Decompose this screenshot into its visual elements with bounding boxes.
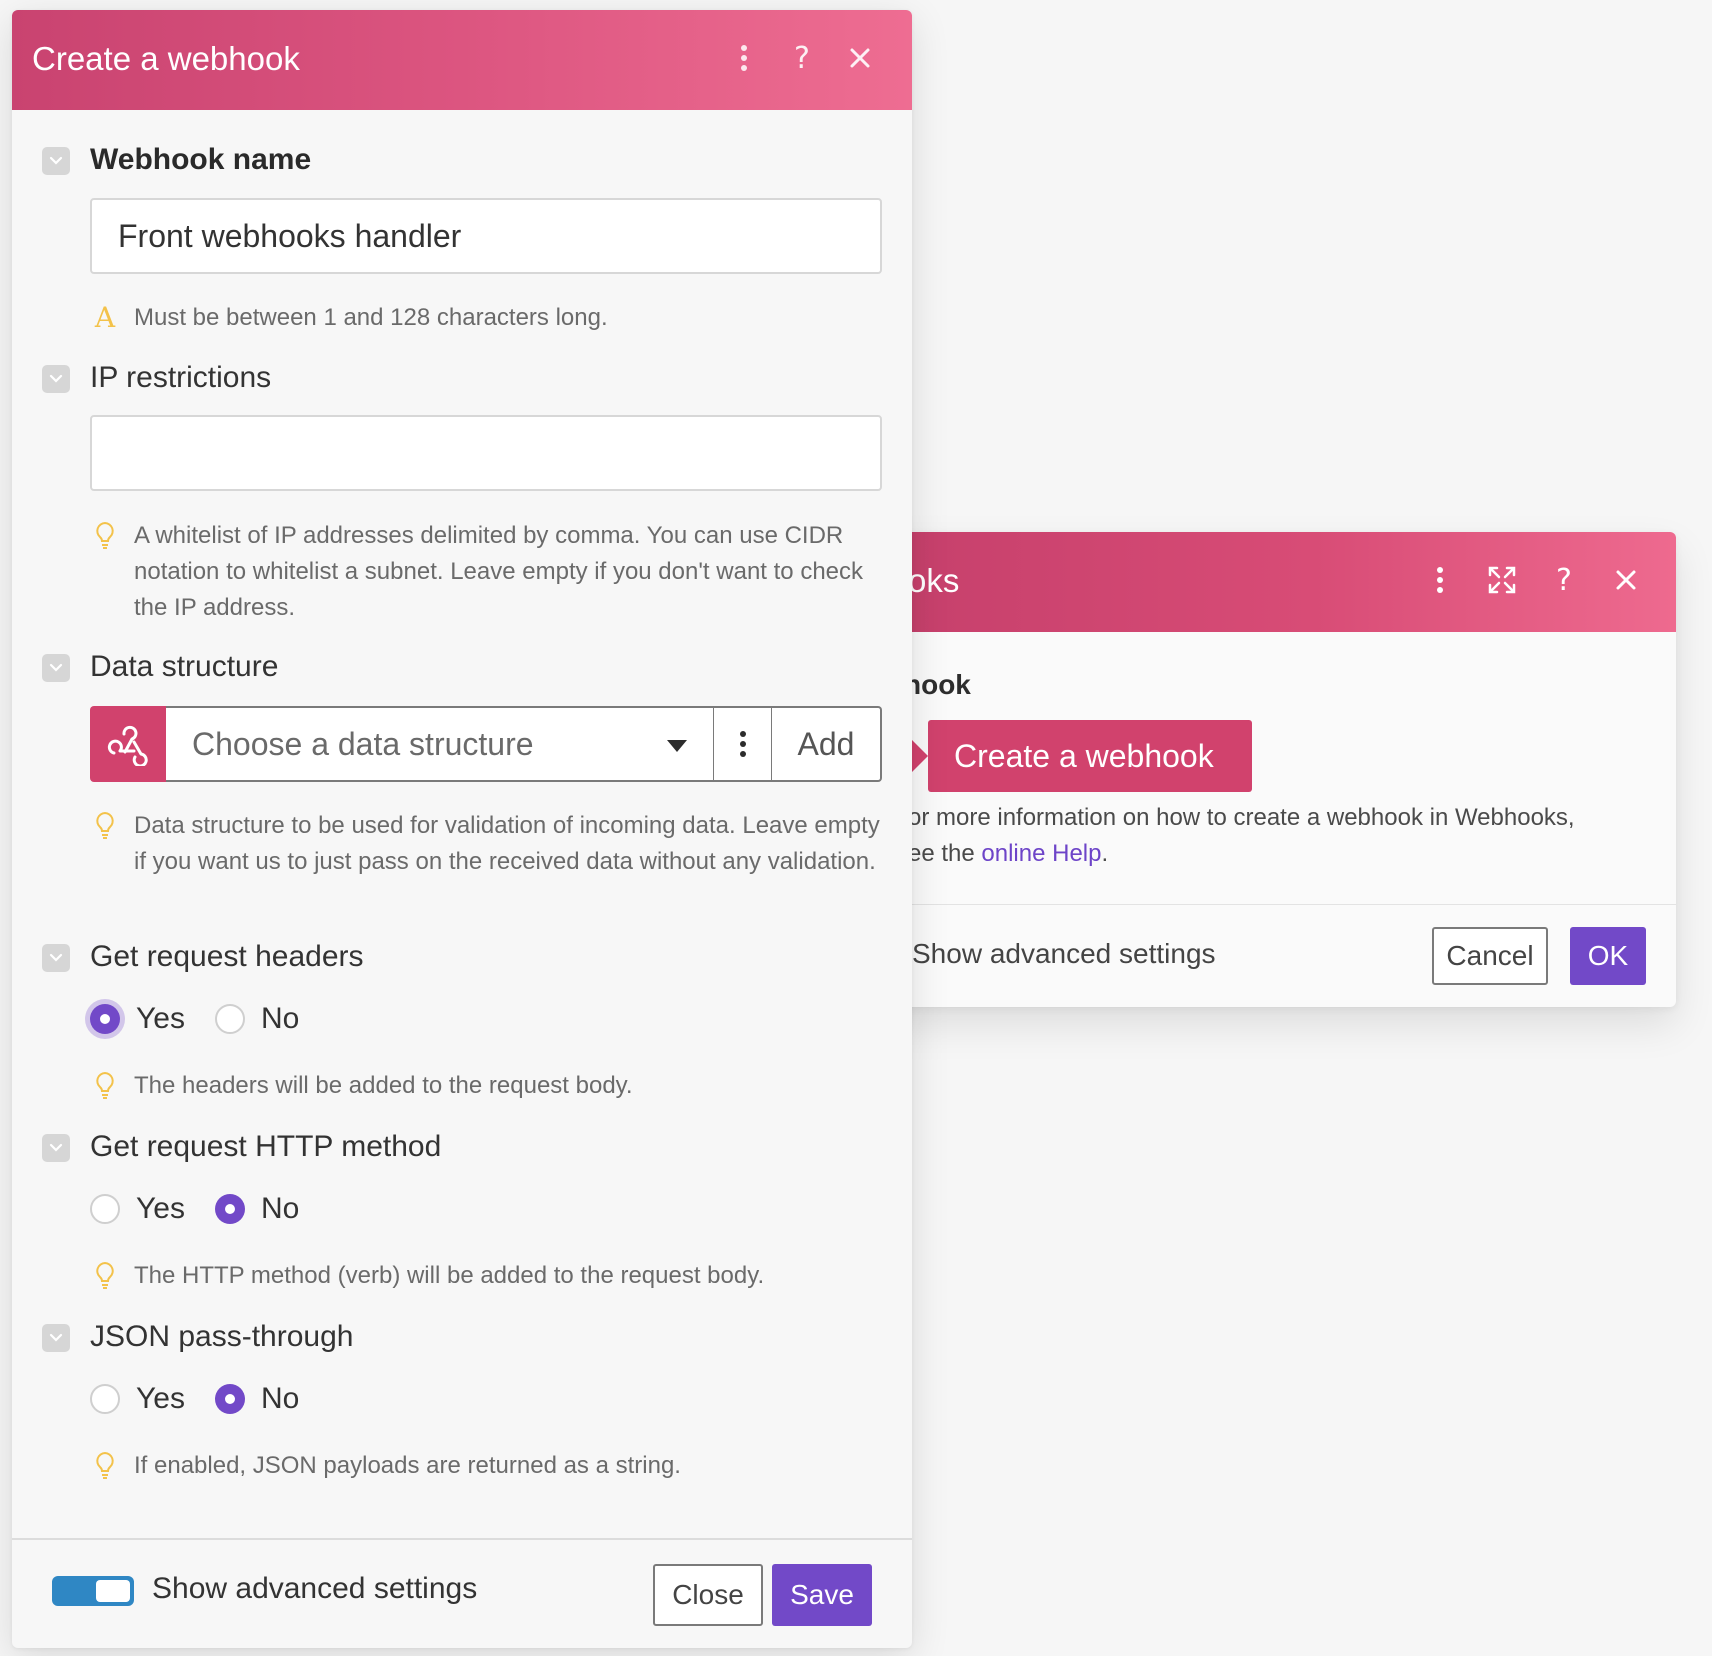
webhook-name-input[interactable]: Front webhooks handler [90, 198, 882, 274]
ip-restrictions-label: IP restrictions [90, 361, 272, 394]
help-line-1: or more information on how to create a w… [908, 804, 1575, 831]
radio-button[interactable] [90, 1194, 120, 1224]
radio-label: No [260, 1002, 300, 1035]
advanced-settings-label: Show advanced settings [152, 1572, 478, 1605]
ip-restrictions-hint-text: A whitelist of IP addresses delimited by… [134, 522, 864, 621]
radio-button[interactable] [90, 1384, 120, 1414]
webhook-name-hint-text: Must be between 1 and 128 characters lon… [134, 304, 608, 331]
collapse-chevron-icon[interactable] [42, 654, 70, 682]
data-structure-label: Data structure [90, 650, 279, 683]
collapse-chevron-icon[interactable] [42, 365, 70, 393]
http-method-no-option[interactable]: No [214, 1192, 300, 1226]
help-line-2-suffix: . [1101, 840, 1109, 867]
http-method-radio-group: Yes No [90, 1192, 329, 1226]
request-headers-hint-text: The headers will be added to the request… [134, 1072, 633, 1099]
close-button[interactable]: Close [653, 1564, 763, 1626]
radio-button[interactable] [214, 1384, 245, 1414]
toggle-knob [96, 1580, 130, 1602]
create-webhook-label: Create a webhook [954, 737, 1214, 774]
radio-label: No [260, 1192, 300, 1225]
collapse-chevron-icon[interactable] [42, 147, 70, 175]
data-structure-select[interactable]: Choose a data structure [166, 706, 714, 782]
close-icon[interactable] [1612, 562, 1640, 598]
data-structure-hint: Data structure to be used for validation… [90, 808, 890, 880]
footer-divider [12, 1538, 912, 1540]
add-data-structure-button[interactable]: Add [772, 706, 882, 782]
webhook-name-hint: A Must be between 1 and 128 characters l… [90, 300, 890, 336]
request-headers-yes-option[interactable]: Yes [90, 1002, 185, 1036]
lightbulb-icon [90, 1448, 120, 1484]
request-headers-no-option[interactable]: No [214, 1002, 300, 1036]
more-vertical-icon[interactable] [730, 40, 758, 76]
data-structure-options-button[interactable] [714, 706, 772, 782]
data-structure-control: Choose a data structure Add [90, 706, 882, 782]
cancel-button[interactable]: Cancel [1432, 927, 1548, 985]
http-method-hint-text: The HTTP method (verb) will be added to … [134, 1262, 765, 1289]
radio-label: No [260, 1382, 300, 1415]
http-method-label: Get request HTTP method [90, 1130, 442, 1163]
help-icon[interactable]: ? [1550, 562, 1578, 598]
more-vertical-icon[interactable] [1426, 562, 1454, 598]
http-method-hint: The HTTP method (verb) will be added to … [90, 1258, 890, 1294]
create-webhook-dialog: Create a webhook ? Webhook name Front we… [12, 10, 912, 1648]
http-method-yes-option[interactable]: Yes [90, 1192, 185, 1226]
help-line-2-prefix: ee the [908, 840, 982, 867]
webhooks-module-dialog: oks ? hook Create a webhook or more info… [870, 532, 1676, 1007]
request-headers-radio-group: Yes No [90, 1002, 329, 1036]
radio-button[interactable] [90, 1004, 120, 1034]
collapse-chevron-icon[interactable] [42, 1134, 70, 1162]
caret-down-icon [667, 740, 687, 752]
webhook-icon [90, 706, 166, 782]
lightbulb-icon [90, 808, 120, 844]
footer-divider [870, 904, 1676, 905]
ip-restrictions-hint: A whitelist of IP addresses delimited by… [90, 518, 890, 626]
lightbulb-icon [90, 1258, 120, 1294]
advanced-settings-label[interactable]: Show advanced settings [912, 938, 1216, 970]
more-vertical-icon [739, 731, 746, 757]
webhook-field-label: hook [904, 669, 971, 700]
json-passthrough-hint: If enabled, JSON payloads are returned a… [90, 1448, 890, 1484]
radio-label: Yes [136, 1192, 185, 1225]
collapse-chevron-icon[interactable] [42, 1324, 70, 1352]
lightbulb-icon [90, 518, 120, 554]
json-passthrough-hint-text: If enabled, JSON payloads are returned a… [134, 1452, 681, 1479]
dialog-header: Create a webhook ? [12, 10, 912, 110]
webhooks-dialog-header: oks ? [870, 532, 1676, 632]
json-passthrough-radio-group: Yes No [90, 1382, 329, 1416]
request-headers-hint: The headers will be added to the request… [90, 1068, 890, 1104]
json-passthrough-no-option[interactable]: No [214, 1382, 300, 1416]
ok-button[interactable]: OK [1570, 927, 1646, 985]
ip-restrictions-input[interactable] [90, 415, 882, 491]
collapse-chevron-icon[interactable] [42, 944, 70, 972]
json-passthrough-label: JSON pass-through [90, 1320, 354, 1353]
webhooks-help-text: or more information on how to create a w… [908, 800, 1628, 872]
help-icon[interactable]: ? [788, 40, 816, 76]
json-passthrough-yes-option[interactable]: Yes [90, 1382, 185, 1416]
radio-button[interactable] [214, 1194, 245, 1224]
data-structure-hint-text: Data structure to be used for validation… [134, 812, 880, 875]
save-button[interactable]: Save [772, 1564, 872, 1626]
advanced-settings-toggle[interactable] [52, 1576, 134, 1606]
close-icon[interactable] [846, 40, 874, 76]
webhook-name-label: Webhook name [90, 143, 312, 176]
warning-icon: A [94, 301, 116, 334]
webhooks-dialog-title: oks [908, 562, 960, 599]
create-webhook-button[interactable]: Create a webhook [906, 720, 1252, 792]
lightbulb-icon [90, 1068, 120, 1104]
radio-label: Yes [136, 1382, 185, 1415]
online-help-link[interactable]: online Help [981, 840, 1101, 867]
radio-button[interactable] [214, 1004, 245, 1034]
expand-icon[interactable] [1488, 562, 1516, 598]
dialog-title: Create a webhook [32, 40, 300, 77]
data-structure-placeholder: Choose a data structure [192, 725, 534, 762]
request-headers-label: Get request headers [90, 940, 364, 973]
radio-label: Yes [136, 1002, 185, 1035]
